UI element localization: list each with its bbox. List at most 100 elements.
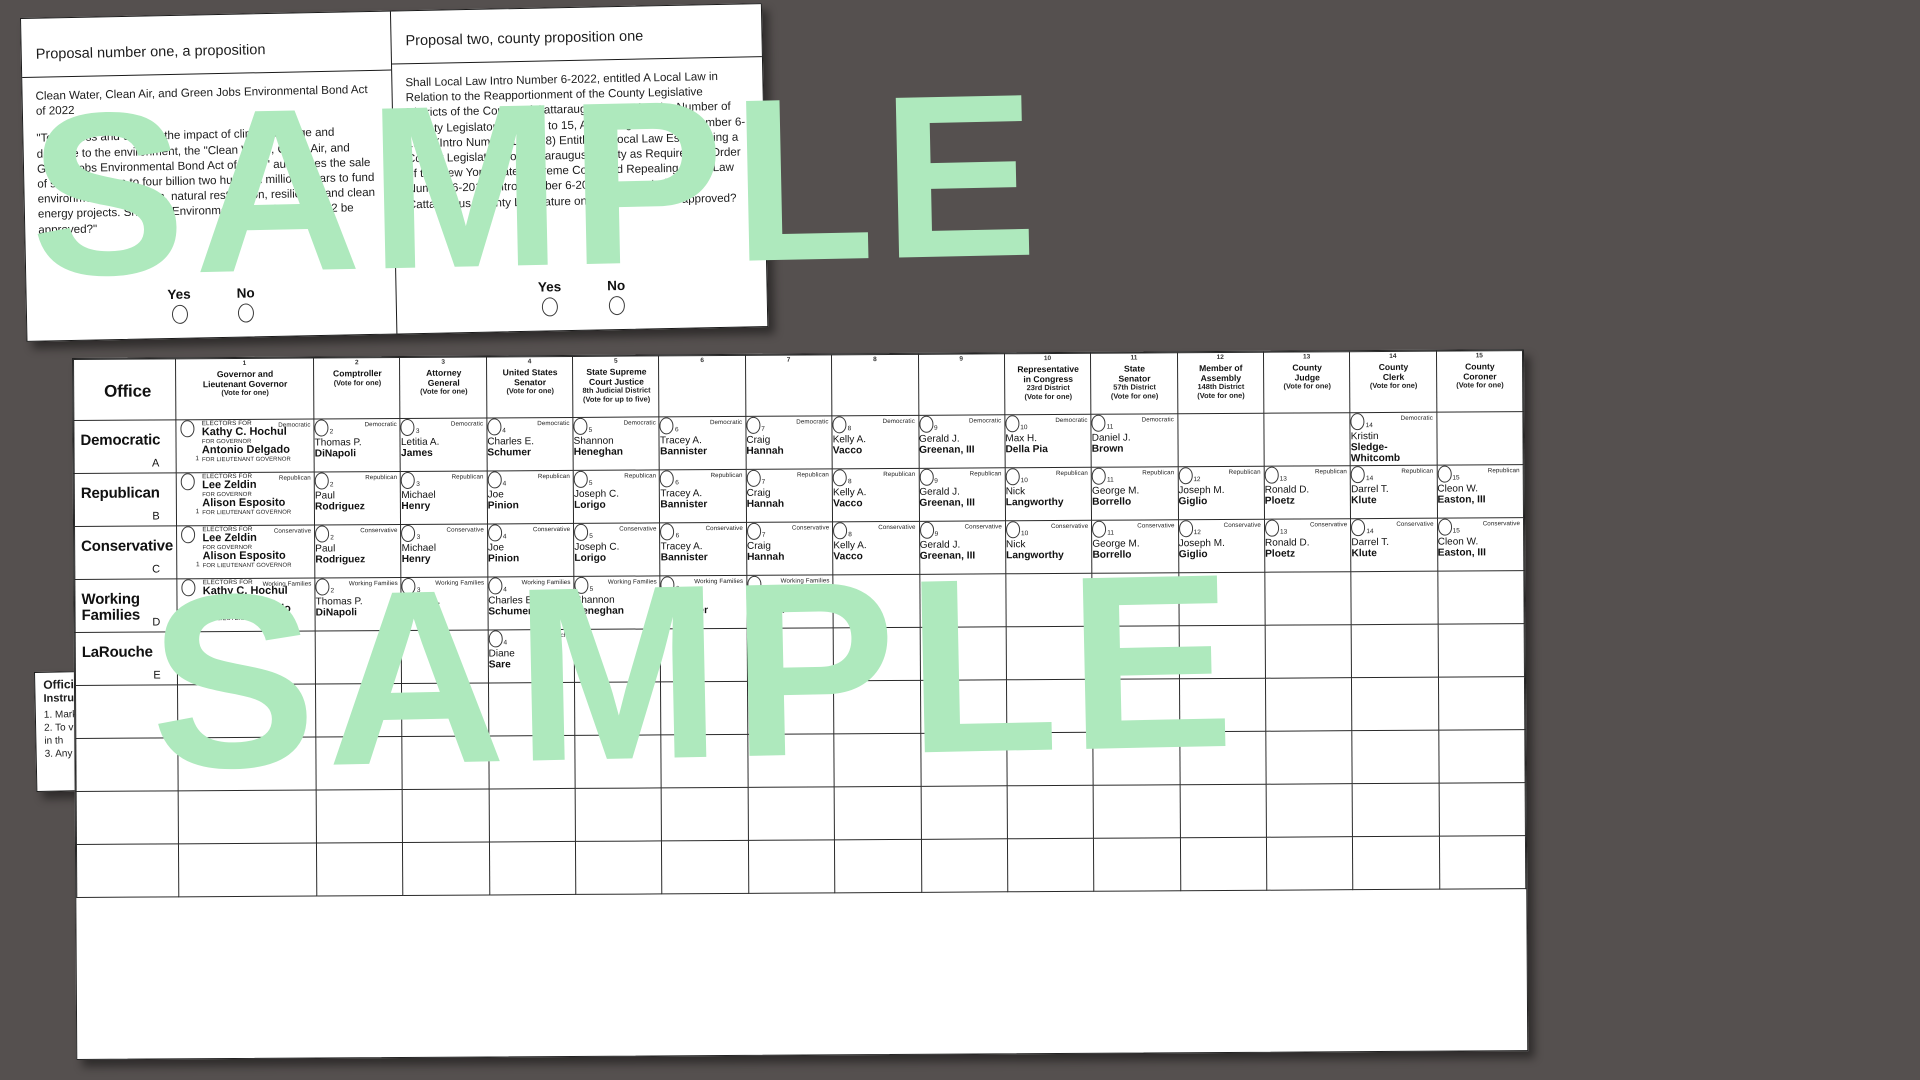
candidate-cell[interactable]: Democratic 4 Charles E. Schumer	[486, 417, 574, 471]
candidate-cell[interactable]: Democratic 14 Kristin Sledge-Whitcomb	[1350, 412, 1437, 466]
vote-oval[interactable]	[1005, 415, 1020, 432]
vote-oval[interactable]	[488, 630, 503, 647]
candidate-cell[interactable]: Democratic 8 Kelly A. Vacco	[832, 415, 919, 469]
vote-bubble-group[interactable]: 1	[180, 526, 200, 569]
candidate-cell[interactable]: Conservative 7 Craig Hannah	[746, 521, 834, 576]
vote-oval[interactable]	[1091, 467, 1106, 485]
vote-bubble-group[interactable]: 1	[180, 420, 199, 463]
vote-oval[interactable]	[832, 416, 847, 433]
vote-oval[interactable]	[401, 577, 416, 595]
proposal-2-no-oval[interactable]	[608, 295, 625, 316]
candidate-cell[interactable]: Conservative 15 Cleon W. Easton, III	[1437, 517, 1524, 572]
vote-oval[interactable]	[1437, 518, 1452, 536]
vote-oval[interactable]	[832, 469, 847, 486]
candidate-cell[interactable]: Conservative 6 Tracey A. Bannister	[660, 522, 747, 576]
candidate-cell[interactable]: Republican 7 Craig Hannah	[746, 468, 833, 523]
vote-oval[interactable]	[573, 417, 588, 435]
vote-oval[interactable]	[1350, 413, 1365, 430]
vote-oval[interactable]	[746, 522, 761, 540]
vote-oval[interactable]	[833, 522, 848, 539]
vote-oval[interactable]	[181, 579, 196, 596]
candidate-cell[interactable]: Republican 13 Ronald D. Ploetz	[1264, 465, 1351, 520]
vote-oval[interactable]	[1264, 466, 1279, 484]
vote-oval[interactable]	[746, 469, 761, 487]
candidate-cell[interactable]: Conservative 10 Nick Langworthy	[1005, 520, 1093, 574]
candidate-cell[interactable]: Conservative 4 Joe Pinion	[487, 523, 574, 577]
vote-oval[interactable]	[401, 471, 416, 489]
vote-oval[interactable]	[1091, 414, 1106, 432]
candidate-cell[interactable]: Democratic 10 Max H. Della Pia	[1004, 414, 1092, 468]
candidate-cell[interactable]: Republican 1 ELECTORS FOR Lee Zeldin FOR GOV…	[175, 472, 315, 526]
vote-oval[interactable]	[315, 525, 330, 543]
candidate-cell[interactable]: Conservative 5 Joseph C. Lorigo	[573, 522, 661, 577]
vote-oval[interactable]	[180, 526, 195, 543]
candidate-cell[interactable]: Republican 9 Gerald J. Greenan, III	[918, 467, 1006, 522]
vote-oval[interactable]	[314, 472, 329, 490]
candidate-cell[interactable]: Working Families 2 Thomas P. DiNapoli	[314, 577, 402, 632]
candidate-cell[interactable]: Republican 11 George M. Borrello	[1091, 466, 1179, 521]
candidate-cell[interactable]: Conservative 9 Gerald J. Greenan, III	[919, 520, 1006, 575]
vote-oval[interactable]	[919, 521, 934, 539]
vote-oval[interactable]	[1264, 519, 1280, 537]
vote-oval[interactable]	[919, 468, 934, 486]
vote-oval[interactable]	[660, 470, 675, 487]
candidate-cell[interactable]: LaRouche 4 Diane Sare	[487, 629, 575, 683]
candidate-cell[interactable]: Democratic 11 Daniel J. Brown	[1091, 413, 1178, 468]
proposal-1-yes-oval[interactable]	[171, 304, 188, 325]
candidate-cell[interactable]: Democratic 6 Tracey A. Bannister	[659, 416, 747, 470]
proposal-2-yes-option[interactable]: Yes	[538, 279, 562, 317]
candidate-cell[interactable]: Conservative 14 Darrel T. Klute	[1350, 518, 1438, 572]
candidate-cell[interactable]: Democratic 2 Thomas P. DiNapoli	[313, 418, 401, 473]
vote-oval[interactable]	[1351, 519, 1366, 536]
candidate-cell[interactable]: Conservative 1 ELECTORS FOR Lee Zeldin FOR G…	[176, 525, 315, 579]
candidate-cell[interactable]: Republican 2 Paul Rodriguez	[314, 471, 401, 526]
candidate-cell[interactable]: Working Families 6 Tracey A. Bannister	[660, 575, 747, 629]
vote-oval[interactable]	[314, 419, 329, 437]
vote-oval[interactable]	[315, 578, 330, 596]
candidate-cell[interactable]: Conservative 11 George M. Borrello	[1091, 519, 1179, 574]
vote-oval[interactable]	[1005, 468, 1020, 485]
vote-oval[interactable]	[1178, 520, 1193, 537]
candidate-cell[interactable]: Conservative 2 Paul Rodriguez	[314, 524, 402, 579]
candidate-cell[interactable]: Republican 5 Joseph C. Lorigo	[573, 469, 661, 524]
candidate-cell[interactable]: Democratic 1 ELECTORS FOR Kathy C. Hochul FO…	[175, 419, 315, 473]
vote-oval[interactable]	[747, 575, 762, 593]
candidate-cell[interactable]: Conservative 3 Michael Henry	[400, 523, 488, 578]
candidate-cell[interactable]: Republican 10 Nick Langworthy	[1005, 467, 1092, 521]
candidate-cell[interactable]: Republican 4 Joe Pinion	[486, 470, 574, 524]
vote-oval[interactable]	[1092, 520, 1107, 538]
candidate-cell[interactable]: Republican 6 Tracey A. Bannister	[659, 469, 747, 523]
candidate-cell[interactable]: Working Families 5 Shannon Heneghan	[573, 575, 661, 630]
proposal-2-no-option[interactable]: No	[607, 278, 626, 316]
candidate-cell[interactable]: Working Families 1 ELECTORS FOR Kathy C. Ho…	[176, 578, 316, 632]
candidate-cell[interactable]: Conservative 13 Ronald D. Ploetz	[1264, 518, 1352, 573]
vote-oval[interactable]	[659, 417, 674, 434]
vote-oval[interactable]	[401, 524, 416, 542]
vote-oval[interactable]	[487, 471, 502, 488]
vote-oval[interactable]	[488, 577, 503, 594]
vote-oval[interactable]	[1178, 467, 1193, 484]
vote-oval[interactable]	[180, 473, 195, 490]
candidate-cell[interactable]: Republican 3 Michael Henry	[400, 470, 488, 525]
vote-oval[interactable]	[487, 418, 502, 435]
proposal-1-no-option[interactable]: No	[237, 285, 256, 323]
vote-oval[interactable]	[1437, 465, 1452, 483]
vote-oval[interactable]	[746, 416, 761, 434]
candidate-cell[interactable]: Working Families 3 Letitia A. James	[401, 576, 488, 631]
vote-bubble-group[interactable]: 1	[180, 473, 199, 516]
candidate-cell[interactable]: Conservative 8 Kelly A. Vacco	[832, 521, 920, 575]
candidate-cell[interactable]: Conservative 12 Joseph M. Giglio	[1178, 519, 1265, 573]
vote-oval[interactable]	[1005, 521, 1020, 538]
candidate-cell[interactable]: Democratic 3 Letitia A. James	[400, 417, 487, 472]
vote-oval[interactable]	[660, 523, 675, 540]
candidate-cell[interactable]: Democratic 5 Shannon Heneghan	[573, 416, 660, 471]
vote-oval[interactable]	[400, 418, 415, 436]
vote-oval[interactable]	[660, 576, 675, 593]
vote-oval[interactable]	[573, 470, 588, 488]
proposal-2-yes-oval[interactable]	[541, 297, 559, 317]
candidate-cell[interactable]: Democratic 9 Gerald J. Greenan, III	[918, 414, 1006, 469]
candidate-cell[interactable]: Working Families 7 Craig Hannah	[746, 574, 834, 629]
vote-oval[interactable]	[1350, 466, 1366, 483]
candidate-cell[interactable]: Republican 12 Joseph M. Giglio	[1177, 466, 1265, 520]
vote-bubble-group[interactable]: 1	[181, 579, 200, 622]
